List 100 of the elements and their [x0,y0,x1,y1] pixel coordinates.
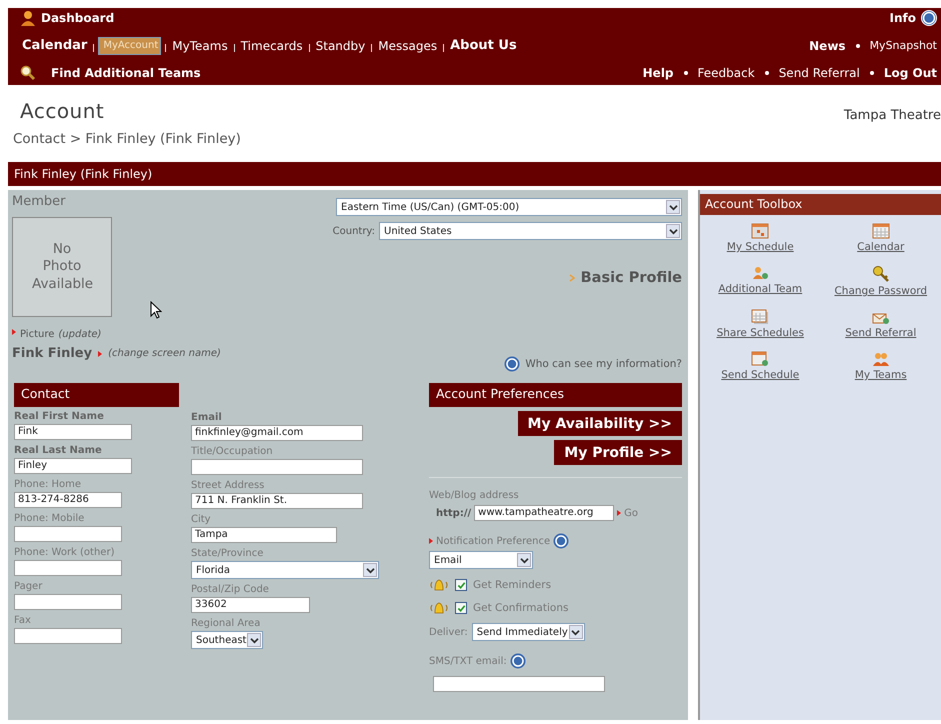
url-prefix: http:// [436,508,472,518]
toolbox-link[interactable]: My Schedule [726,241,794,253]
dropdown[interactable]: Email [429,551,533,569]
no-photo-text: No Photo Available [32,240,92,294]
cursor-icon [150,301,162,319]
timezone-select[interactable]: Eastern Time (US/Can) (GMT-05:00) [336,198,682,216]
calendar-icon[interactable] [751,223,770,239]
input-field[interactable] [433,676,605,692]
news-link[interactable]: News [809,38,846,52]
people-add-icon[interactable] [751,265,770,281]
mysnapshot-link[interactable]: MySnapshot [870,39,937,52]
calendar-icon[interactable] [872,223,890,239]
input-field[interactable] [14,526,122,542]
preference-button[interactable]: My Availability >> [518,411,682,436]
dropdown[interactable]: Florida [191,561,379,579]
toolbox-link[interactable]: My Teams [854,369,907,381]
field-label: Real Last Name [14,445,103,456]
header-link[interactable]: Help [642,66,674,80]
pointer-icon [12,329,16,335]
checkbox-label: Get Confirmations [473,602,568,614]
caret-icon [520,556,528,564]
nav-tab[interactable]: Standby [314,38,368,52]
find-teams-link[interactable]: Find Additional Teams [51,66,201,80]
field-label: Phone: Home [14,479,82,490]
field-label: Real First Name [14,411,105,422]
input-field[interactable]: 33602 [191,597,310,613]
dashboard-link[interactable]: Dashboard [41,11,114,25]
field-label: Notification Preference [436,536,550,546]
input-field[interactable] [14,560,122,576]
input-field[interactable]: finkfinley@gmail.com [191,425,363,441]
header-link[interactable]: Log Out [884,66,937,80]
input-field[interactable]: 813-274-8286 [14,492,122,508]
search-icon [20,65,36,81]
key-icon[interactable] [872,265,890,283]
breadcrumb: Contact > Fink Finley (Fink Finley) [12,130,242,149]
input-field[interactable] [14,594,122,610]
field-label: Email [191,412,223,423]
help-icon[interactable] [510,653,526,669]
pointer-icon [429,538,433,544]
field-label: Deliver: [429,626,468,638]
picture-label: Picture [20,329,54,340]
input-field[interactable] [191,459,363,475]
help-icon[interactable] [504,356,520,372]
pointer-icon [617,510,622,516]
contact-header: Contact [14,383,179,407]
field-label: Pager [14,581,44,592]
field-label: Title/Occupation [191,446,274,457]
toolbox-link[interactable]: Share Schedules [716,327,804,339]
help-icon[interactable] [553,533,570,549]
nav-tab[interactable]: Messages [376,38,440,52]
help-icon[interactable] [921,10,937,26]
field-label: Regional Area [191,618,262,629]
info-link[interactable]: Info [890,11,916,25]
caret-icon [668,228,678,234]
field-label: Street Address [191,480,266,491]
nav-tab[interactable]: MyTeams [170,38,230,52]
caret-icon [250,636,259,644]
input-field[interactable]: 711 N. Franklin St. [191,493,363,509]
field-label: Phone: Mobile [14,513,86,524]
input-field[interactable]: Finley [14,458,132,474]
toolbox-link[interactable]: Additional Team [718,283,802,295]
dropdown[interactable]: Southeast [191,631,264,649]
checkbox[interactable] [455,602,467,614]
update-link[interactable]: (update) [58,329,102,340]
member-label: Member [12,194,66,209]
person-icon [20,10,36,26]
header-link[interactable]: Feedback [698,66,755,80]
field-label: SMS/TXT email: [429,656,507,666]
nav-tab[interactable]: About Us [448,38,519,53]
change-screen-name-link[interactable]: (change screen name) [108,348,221,359]
checkbox-label: Get Reminders [473,579,552,591]
caret-icon [668,204,678,210]
dropdown[interactable]: Send Immediately [472,623,585,641]
field-label: City [191,514,212,525]
toolbox-link[interactable]: Change Password [834,285,928,297]
nav-tab[interactable]: Timecards [238,38,305,52]
preference-button[interactable]: My Profile >> [554,440,682,465]
header-link[interactable]: Send Referral [778,66,860,80]
toolbox-link[interactable]: Calendar [857,241,904,253]
caret-icon [571,628,580,636]
input-field[interactable]: www.tampatheatre.org [474,505,614,521]
toolbox-header: Account Toolbox [700,194,941,215]
page-title: Account [20,99,104,123]
who-can-see-text: Who can see my information? [525,358,682,370]
input-field[interactable]: Tampa [191,527,337,543]
pointer-icon [98,350,102,356]
calendar-icon[interactable] [751,351,770,367]
basic-profile-link[interactable]: Basic Profile [580,270,682,286]
input-field[interactable] [14,628,122,644]
field-label: State/Province [191,548,264,559]
caret-icon [366,566,374,574]
toolbox-link[interactable]: Send Referral [845,327,916,339]
toolbox-link[interactable]: Send Schedule [721,369,800,381]
people-icon[interactable] [872,351,890,367]
checkbox[interactable] [455,579,467,591]
input-field[interactable]: Fink [14,424,132,440]
country-select[interactable]: United States [379,222,682,240]
field-label: Web/Blog address [429,490,520,501]
calendar-icon[interactable] [751,309,770,325]
nav-tab[interactable]: Calendar [20,38,90,53]
